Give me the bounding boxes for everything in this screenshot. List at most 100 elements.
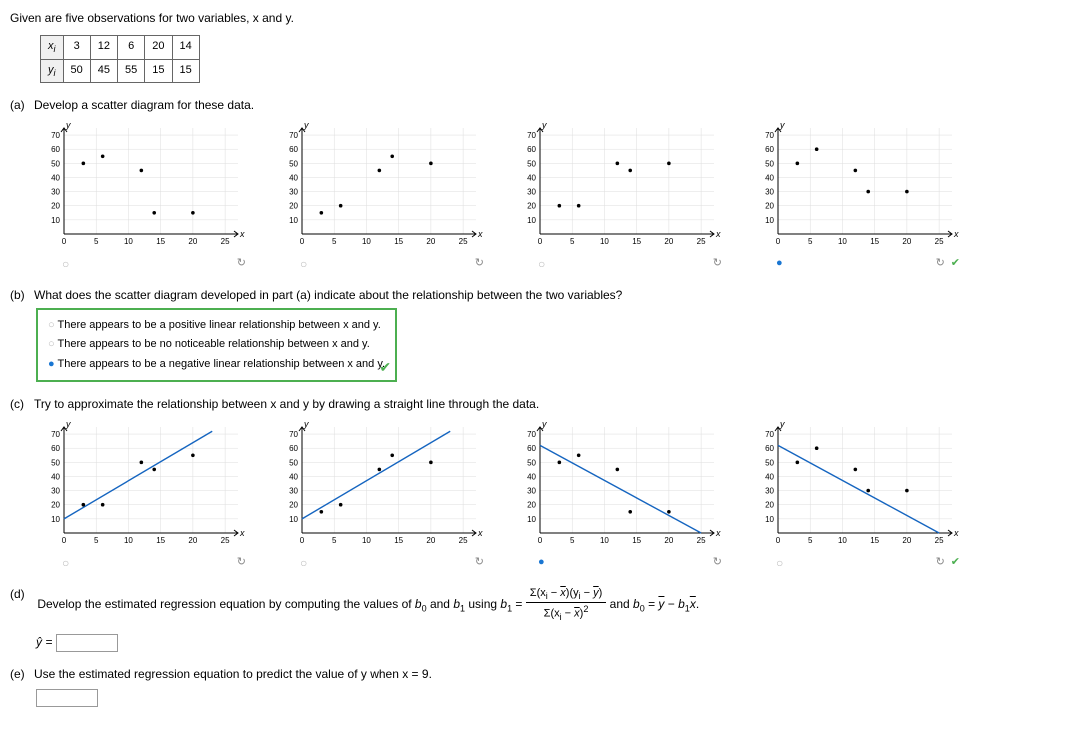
scatter-option-d[interactable]: 102030405060700510152025yx ● ↻✔ [750,122,960,273]
svg-text:50: 50 [527,159,536,168]
svg-text:40: 40 [289,472,298,481]
intro-text: Given are five observations for two vari… [10,10,1058,27]
part-e: (e)Use the estimated regression equation… [10,666,1058,707]
line-option-a[interactable]: 102030405060700510152025yx ○ ↻ [36,421,246,572]
part-b-label: (b) [10,287,34,304]
svg-text:70: 70 [51,131,60,140]
svg-text:x: x [715,528,721,538]
reset-icon[interactable]: ↻ [475,555,484,572]
svg-text:70: 70 [765,131,774,140]
svg-text:5: 5 [808,237,813,246]
svg-text:20: 20 [289,500,298,509]
reset-icon[interactable]: ↻ [936,256,945,271]
svg-text:15: 15 [394,536,403,545]
svg-text:20: 20 [765,500,774,509]
svg-text:25: 25 [697,536,706,545]
yhat-input[interactable] [56,634,118,652]
reset-icon[interactable]: ↻ [237,256,246,273]
predict-input[interactable] [36,689,98,707]
scatter-option-b[interactable]: 102030405060700510152025yx ○ ↻ [274,122,484,273]
svg-text:30: 30 [527,486,536,495]
svg-text:20: 20 [188,237,197,246]
radio-unselected-icon[interactable]: ○ [776,555,783,572]
radio-unselected-icon[interactable]: ○ [538,256,545,273]
radio-unselected-icon[interactable]: ○ [300,555,307,572]
svg-text:30: 30 [527,188,536,197]
part-a-text: Develop a scatter diagram for these data… [34,98,254,112]
svg-text:10: 10 [838,536,847,545]
mc-option-2[interactable]: There appears to be no noticeable relati… [48,335,385,354]
svg-text:15: 15 [394,237,403,246]
cell: 15 [145,59,172,83]
row-header-x: xi [41,35,64,59]
svg-text:15: 15 [632,237,641,246]
svg-text:20: 20 [765,202,774,211]
svg-text:y: y [303,421,309,429]
svg-text:60: 60 [289,145,298,154]
svg-text:5: 5 [332,536,337,545]
svg-text:5: 5 [94,536,99,545]
svg-text:0: 0 [62,536,67,545]
reset-icon[interactable]: ↻ [713,256,722,273]
svg-text:50: 50 [527,458,536,467]
svg-text:10: 10 [765,515,774,524]
svg-text:10: 10 [362,536,371,545]
part-d-text: Develop the estimated regression equatio… [37,597,699,611]
mc-option-1[interactable]: There appears to be a positive linear re… [48,316,385,335]
svg-text:30: 30 [289,188,298,197]
svg-text:0: 0 [538,536,543,545]
svg-text:0: 0 [776,536,781,545]
svg-text:40: 40 [51,472,60,481]
svg-text:20: 20 [664,237,673,246]
radio-unselected-icon[interactable]: ○ [300,256,307,273]
cell: 45 [90,59,117,83]
svg-text:x: x [715,229,721,239]
svg-text:40: 40 [765,472,774,481]
line-option-b[interactable]: 102030405060700510152025yx ○ ↻ [274,421,484,572]
radio-unselected-icon[interactable]: ○ [62,256,69,273]
svg-text:x: x [239,229,245,239]
scatter-option-c[interactable]: 102030405060700510152025yx ○ ↻ [512,122,722,273]
svg-text:10: 10 [527,216,536,225]
radio-selected-icon[interactable]: ● [776,256,783,271]
line-option-c[interactable]: 102030405060700510152025yx ● ↻ [512,421,722,572]
reset-icon[interactable]: ↻ [237,555,246,572]
svg-text:40: 40 [289,174,298,183]
multiple-choice-box: There appears to be a positive linear re… [36,308,397,382]
svg-text:10: 10 [765,216,774,225]
svg-text:y: y [541,421,547,429]
reset-icon[interactable]: ↻ [713,555,722,570]
svg-text:60: 60 [527,145,536,154]
svg-text:10: 10 [289,216,298,225]
radio-unselected-icon[interactable]: ○ [62,555,69,572]
svg-text:5: 5 [808,536,813,545]
part-c-text: Try to approximate the relationship betw… [34,397,539,411]
svg-text:0: 0 [300,536,305,545]
part-d-label: (d) [10,586,34,603]
svg-text:30: 30 [765,188,774,197]
svg-text:20: 20 [527,500,536,509]
part-d: (d) Develop the estimated regression equ… [10,586,1058,652]
line-option-d[interactable]: 102030405060700510152025yx ○ ↻✔ [750,421,960,572]
part-e-text: Use the estimated regression equation to… [34,667,432,681]
svg-text:15: 15 [870,536,879,545]
svg-text:5: 5 [332,237,337,246]
cell: 12 [90,35,117,59]
svg-text:10: 10 [600,536,609,545]
radio-selected-icon[interactable]: ● [538,555,545,570]
svg-text:60: 60 [51,145,60,154]
svg-text:70: 70 [289,131,298,140]
svg-text:25: 25 [221,237,230,246]
reset-icon[interactable]: ↻ [936,555,945,572]
part-a-label: (a) [10,97,34,114]
svg-text:y: y [779,421,785,429]
mc-option-3[interactable]: There appears to be a negative linear re… [48,355,385,374]
scatter-option-a[interactable]: 102030405060700510152025yx ○ ↻ [36,122,246,273]
svg-text:y: y [303,122,309,130]
svg-text:60: 60 [289,444,298,453]
svg-text:10: 10 [124,237,133,246]
reset-icon[interactable]: ↻ [475,256,484,273]
correct-icon: ✔ [951,555,960,572]
svg-text:60: 60 [51,444,60,453]
svg-text:40: 40 [527,472,536,481]
